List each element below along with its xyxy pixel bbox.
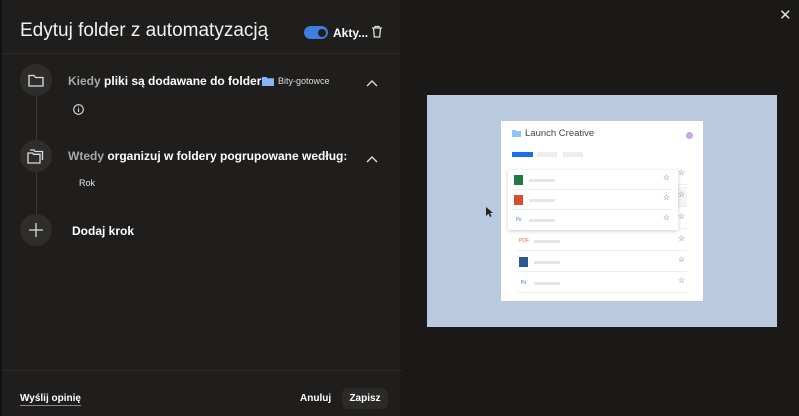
chevron-up-icon[interactable] bbox=[366, 74, 378, 92]
preview-button bbox=[512, 152, 533, 157]
panel-header: Edytuj folder z automatyzacją Akty... bbox=[2, 0, 400, 54]
close-icon[interactable]: ✕ bbox=[779, 6, 792, 24]
group-by-value: Rok bbox=[79, 178, 96, 188]
active-label: Akty... bbox=[333, 26, 369, 40]
active-toggle[interactable] bbox=[304, 26, 328, 39]
preview-animation: Launch Creative ☆ ☆ ☆ PDF ☆ ☆ Ps ☆ ☆ ☆ Ps ☆ bbox=[427, 95, 777, 327]
add-step-button[interactable]: Dodaj krok bbox=[72, 224, 134, 238]
avatar bbox=[686, 132, 693, 139]
folders-icon bbox=[20, 140, 52, 172]
plus-icon[interactable] bbox=[20, 214, 52, 246]
preview-filter bbox=[537, 152, 557, 157]
send-feedback-link[interactable]: Wyślij opinię bbox=[20, 393, 81, 406]
save-button[interactable]: Zapisz bbox=[342, 388, 388, 409]
panel-footer: Wyślij opinię Anuluj Zapisz bbox=[2, 370, 402, 416]
folder-chip[interactable]: Bity-gotowce bbox=[262, 76, 330, 86]
info-icon[interactable] bbox=[73, 102, 84, 120]
trigger-step[interactable]: Kiedy pliki są dodawane do folderu bbox=[68, 74, 269, 88]
preview-title: Launch Creative bbox=[525, 128, 595, 139]
folder-icon bbox=[512, 130, 521, 137]
cursor-icon bbox=[486, 207, 493, 217]
folder-icon bbox=[20, 64, 52, 96]
action-step[interactable]: Wtedy organizuj w foldery pogrupowane we… bbox=[68, 149, 347, 163]
page-title: Edytuj folder z automatyzacją bbox=[20, 20, 269, 41]
preview-card: Launch Creative ☆ ☆ ☆ PDF ☆ ☆ Ps ☆ ☆ ☆ Ps ☆ bbox=[501, 121, 703, 301]
trash-icon[interactable] bbox=[371, 25, 383, 43]
dragged-files: ☆ ☆ Ps ☆ bbox=[508, 170, 678, 230]
preview-filter bbox=[563, 152, 583, 157]
chevron-up-icon[interactable] bbox=[366, 150, 378, 168]
cancel-button[interactable]: Anuluj bbox=[300, 393, 331, 404]
automation-panel: Edytuj folder z automatyzacją Akty... Ki… bbox=[0, 0, 402, 416]
